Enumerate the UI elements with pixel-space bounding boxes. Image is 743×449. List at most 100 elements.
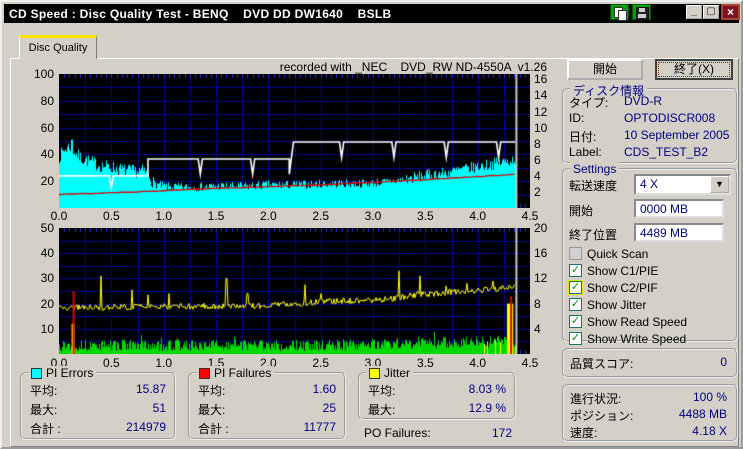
pi-failures-legend-label: PI Failures	[214, 366, 272, 380]
pi-failures-jitter-chart	[59, 228, 530, 354]
pi-errors-chart	[59, 74, 530, 208]
axis-tick-label: 2.0	[259, 209, 277, 223]
axis-tick-label: 4.0	[469, 356, 486, 370]
unchecked-checkbox-icon[interactable]	[569, 247, 582, 260]
axis-tick-label: 100	[33, 67, 54, 81]
chevron-down-icon[interactable]: ▼	[710, 176, 729, 193]
pi-errors-max-label: 最大:	[30, 403, 58, 417]
axis-tick-label: 8	[534, 136, 541, 151]
checkbox-show-write-speed[interactable]: ✓ Show Write Speed	[569, 330, 734, 347]
checked-checkbox-icon[interactable]: ✓	[569, 332, 582, 345]
pi-failures-swatch-icon	[199, 367, 210, 379]
end-position-label: 終了位置	[569, 228, 618, 242]
axis-tick-label: 16	[534, 246, 548, 261]
axis-tick-label: 40	[40, 246, 54, 261]
axis-tick-label: 20	[40, 296, 54, 311]
axis-tick-label: 40	[40, 147, 54, 162]
pi-failures-total-value: 11777	[303, 420, 336, 434]
start-position-field[interactable]: 0000 MB	[634, 199, 724, 218]
maximize-button[interactable]: ▢	[703, 5, 719, 19]
axis-tick-label: 2.5	[312, 356, 329, 370]
pi-failures-max-value: 25	[322, 401, 336, 415]
pi-errors-stats-box: PI Errors 平均: 15.87 最大: 51 合計 : 214979	[20, 366, 176, 440]
disc-id-value: OPTODISCR008	[624, 111, 716, 125]
axis-tick-label: 4	[534, 168, 541, 183]
quality-score-value: 0	[720, 355, 727, 369]
axis-tick-label: 1.0	[155, 356, 172, 370]
top-chart-right-axis: 16 14 12 10 8 6 4 2	[534, 72, 558, 208]
pi-failures-avg-label: 平均:	[198, 384, 226, 398]
checked-checkbox-icon[interactable]: ✓	[569, 298, 582, 311]
transfer-speed-select[interactable]: 4 X ▼	[634, 174, 731, 195]
axis-tick-label: 3.5	[416, 356, 434, 370]
checkbox-label: Show Jitter	[587, 297, 647, 312]
close-button[interactable]: ×	[721, 4, 740, 20]
jitter-legend: Jitter	[366, 366, 414, 380]
pi-failures-total-label: 合計 :	[198, 422, 229, 436]
top-chart-left-axis: 100 80 60 40 20	[30, 67, 54, 208]
axis-tick-label: 4.0	[469, 209, 486, 223]
pi-failures-legend: PI Failures	[196, 366, 275, 380]
checkbox-show-c1-pie[interactable]: ✓ Show C1/PIE	[569, 262, 734, 279]
disc-date-label: 日付:	[569, 130, 597, 144]
axis-tick-label: 2	[534, 184, 541, 199]
checkbox-show-jitter[interactable]: ✓ Show Jitter	[569, 296, 734, 313]
exit-button[interactable]: 終了(X)	[655, 59, 733, 80]
axis-tick-label: 0.0	[50, 209, 68, 223]
jitter-swatch-icon	[369, 367, 380, 379]
transfer-speed-value: 4 X	[640, 177, 659, 191]
po-failures-row: PO Failures: 172	[364, 426, 512, 445]
axis-tick-label: 0.5	[102, 209, 120, 223]
checkbox-label: Show Write Speed	[587, 331, 687, 346]
transfer-speed-label: 転送速度	[569, 179, 618, 193]
axis-tick-label: 8	[534, 296, 541, 311]
axis-tick-label: 6	[534, 152, 541, 167]
pi-failures-avg-value: 1.60	[312, 382, 336, 396]
axis-tick-label: 10	[534, 120, 548, 135]
progress-value: 100 %	[692, 390, 727, 404]
pi-errors-legend: PI Errors	[28, 366, 97, 380]
pi-failures-max-label: 最大:	[198, 403, 226, 417]
minimize-button[interactable]: _	[686, 5, 702, 19]
tab-disc-quality[interactable]: Disc Quality	[19, 35, 97, 59]
axis-tick-label: 10	[40, 321, 54, 336]
checked-checkbox-icon[interactable]: ✓	[568, 280, 583, 295]
save-icon[interactable]	[632, 4, 651, 20]
checkbox-show-c2-pif[interactable]: ✓ Show C2/PIF	[568, 279, 734, 296]
top-chart-x-axis: 0.0 0.5 1.0 1.5 2.0 2.5 3.0 3.5 4.0 4.5	[51, 209, 539, 223]
copy-page-shape-2	[618, 10, 627, 21]
checked-checkbox-icon[interactable]: ✓	[569, 264, 582, 277]
jitter-max-value: 12.9 %	[468, 401, 506, 415]
disc-label-label: Label:	[569, 145, 602, 159]
jitter-avg-label: 平均:	[368, 384, 396, 398]
pi-errors-swatch-icon	[31, 367, 42, 379]
pi-errors-total-label: 合計 :	[30, 422, 61, 436]
checkbox-show-read-speed[interactable]: ✓ Show Read Speed	[569, 313, 734, 330]
axis-tick-label: 60	[40, 120, 54, 135]
settings-checkbox-list: Quick Scan ✓ Show C1/PIE ✓ Show C2/PIF ✓ Show …	[568, 245, 734, 347]
axis-tick-label: 16	[534, 72, 548, 87]
disc-id-label: ID:	[569, 111, 585, 125]
axis-tick-label: 3.5	[416, 209, 434, 223]
floppy-shutter	[639, 8, 645, 12]
pi-errors-avg-value: 15.87	[135, 382, 166, 396]
disc-label-value: CDS_TEST_B2	[624, 145, 709, 159]
end-position-field[interactable]: 4489 MB	[634, 223, 724, 242]
axis-tick-label: 50	[40, 221, 54, 235]
axis-tick-label: 1.0	[155, 209, 172, 223]
floppy-shape	[636, 7, 649, 20]
jitter-stats-box: Jitter 平均: 8.03 % 最大: 12.9 %	[358, 366, 516, 420]
checkbox-quick-scan[interactable]: Quick Scan	[569, 245, 734, 262]
jitter-avg-value: 8.03 %	[468, 382, 506, 396]
axis-tick-label: 20	[40, 174, 54, 189]
checked-checkbox-icon[interactable]: ✓	[569, 315, 582, 328]
speed-value: 4.18 X	[692, 424, 727, 438]
axis-tick-label: 4.5	[521, 356, 539, 370]
pi-errors-legend-label: PI Errors	[46, 366, 94, 380]
copy-icon[interactable]	[610, 4, 629, 21]
axis-tick-label: 0.5	[102, 356, 120, 370]
checkbox-label: Quick Scan	[587, 246, 649, 261]
start-button[interactable]: 開始	[567, 59, 643, 80]
pi-errors-avg-label: 平均:	[30, 384, 58, 398]
axis-tick-label: 2.5	[312, 209, 329, 223]
